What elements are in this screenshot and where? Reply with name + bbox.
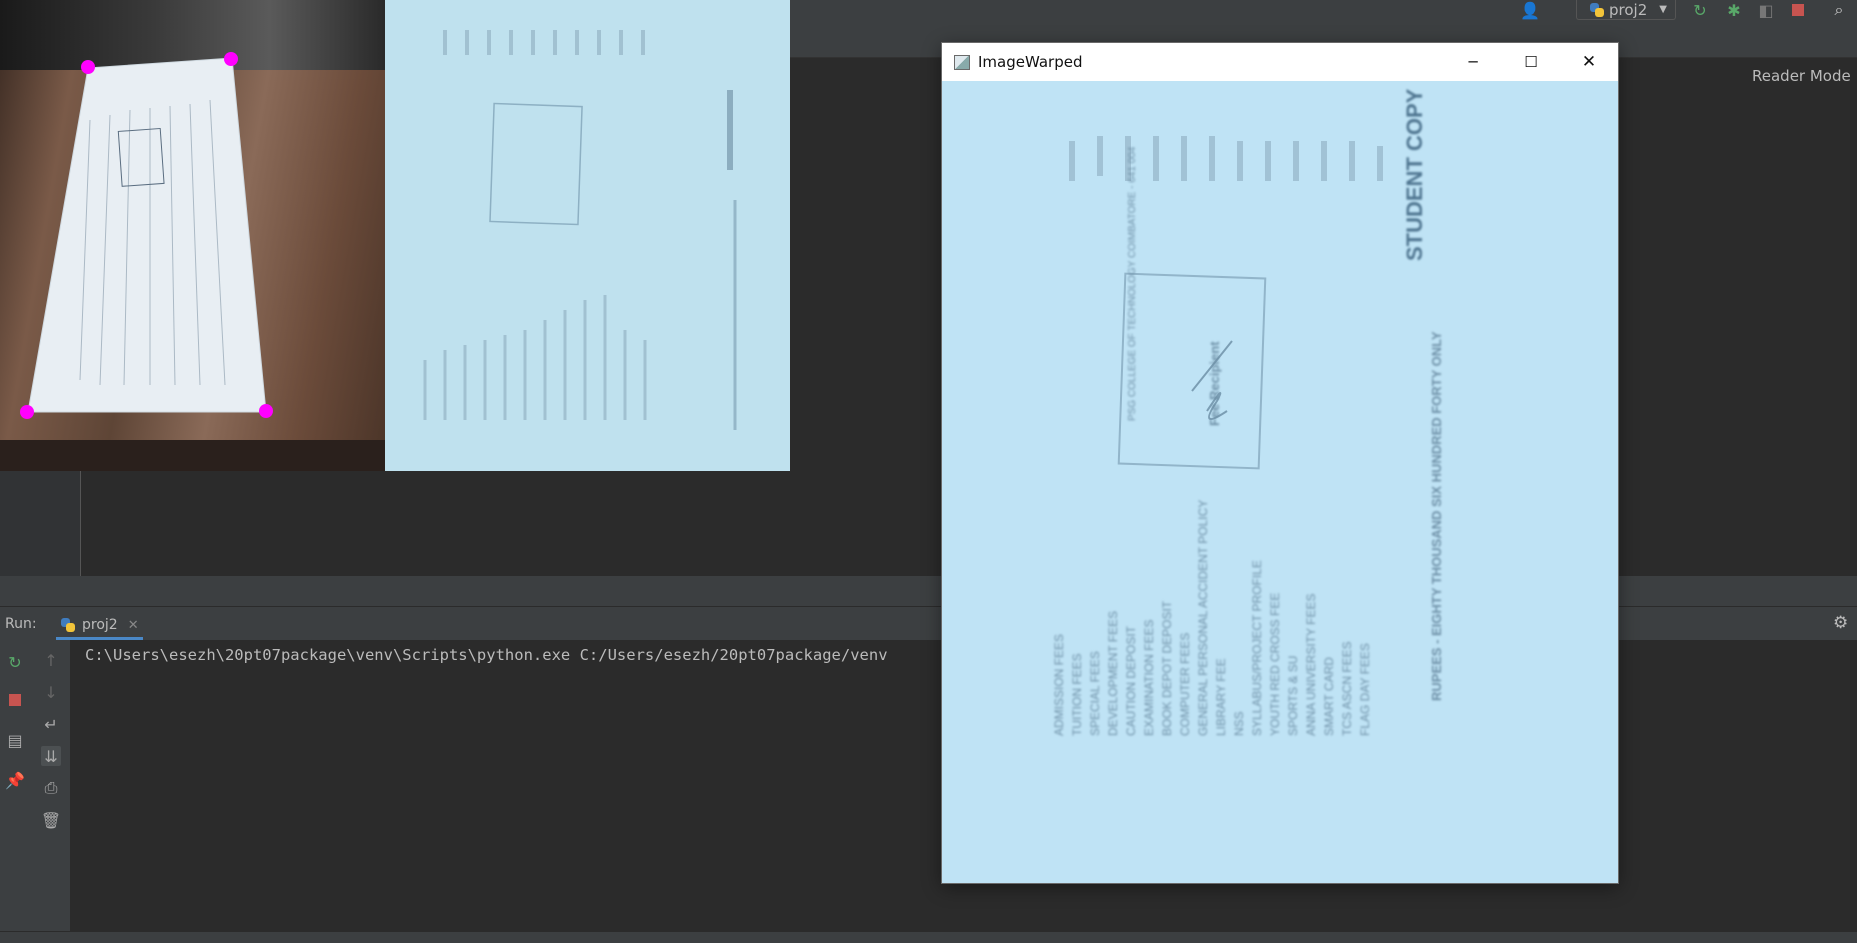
run-left-toolbar-secondary: ↑ ↓ ↵ ⇊ ⎙ 🗑 xyxy=(34,640,70,931)
fee-item: LIBRARY FEE xyxy=(1214,658,1228,736)
coverage-icon[interactable]: ◧ xyxy=(1756,0,1776,20)
down-arrow-icon[interactable]: ↓ xyxy=(41,682,61,702)
run-tab-proj2[interactable]: proj2 ✕ xyxy=(56,613,143,640)
close-button[interactable]: ✕ xyxy=(1560,43,1618,81)
trash-icon[interactable]: 🗑 xyxy=(41,810,61,830)
rerun-icon[interactable]: ↻ xyxy=(1690,0,1710,20)
run-configuration-combo[interactable]: proj2 ▼ xyxy=(1576,0,1676,20)
print-icon[interactable]: ⎙ xyxy=(41,778,61,798)
fee-item: SMART CARD xyxy=(1322,657,1336,736)
user-icon[interactable]: 👤 xyxy=(1520,0,1540,20)
fee-item: SYLLABUS/PROJECT PROFILE xyxy=(1250,560,1264,736)
rerun-icon[interactable]: ↻ xyxy=(5,652,25,672)
stamp-signature: Fee Recipient xyxy=(1207,341,1222,426)
fee-item: SPORTS & SU xyxy=(1286,655,1300,736)
fee-item: SPECIAL FEES xyxy=(1088,651,1102,736)
fee-item: COMPUTER FEES xyxy=(1178,632,1192,736)
fee-item: ADMISSION FEES xyxy=(1052,633,1066,736)
fee-item: GENERAL PERSONAL ACCIDENT POLICY xyxy=(1196,499,1210,736)
app-icon xyxy=(954,55,970,70)
console-command-line: C:\Users\esezh\20pt07package\venv\Script… xyxy=(85,646,888,664)
fee-item: DEVELOPMENT FEES xyxy=(1106,610,1120,736)
minimize-button[interactable]: ─ xyxy=(1444,43,1502,81)
close-icon[interactable]: ✕ xyxy=(128,618,139,633)
fee-item: FLAG DAY FEES xyxy=(1358,643,1372,736)
python-icon xyxy=(60,617,76,633)
warped-image-marks xyxy=(1069,136,1383,470)
soft-wrap-icon[interactable]: ↵ xyxy=(41,714,61,734)
corner-marker-bottom-left xyxy=(20,405,34,419)
warped-image: STUDENT COPY RUPEES - EIGHTY THOUSAND SI… xyxy=(942,81,1618,883)
chevron-down-icon: ▼ xyxy=(1659,4,1667,15)
window-title: ImageWarped xyxy=(978,53,1083,71)
warped-preview-content xyxy=(423,30,737,430)
run-tab-label: proj2 xyxy=(82,617,118,633)
document-outline xyxy=(20,52,273,419)
run-left-toolbar: ↻ ▤ 📌 xyxy=(0,640,35,931)
fee-item: NSS xyxy=(1232,711,1246,736)
corner-marker-top-left xyxy=(81,60,95,74)
document-heading: STUDENT COPY xyxy=(1402,88,1427,261)
document-amount-words: RUPEES - EIGHTY THOUSAND SIX HUNDRED FOR… xyxy=(1429,331,1444,701)
fee-item: ANNA UNIVERSITY FEES xyxy=(1304,593,1318,736)
maximize-button[interactable]: ☐ xyxy=(1502,43,1560,81)
fee-item: TCS ASCN FEES xyxy=(1340,641,1354,736)
up-arrow-icon[interactable]: ↑ xyxy=(41,650,61,670)
stamp-text: PSG COLLEGE OF TECHNOLOGY COIMBATORE - 6… xyxy=(1127,146,1138,421)
image-warped-window[interactable]: ImageWarped ─ ☐ ✕ STUDENT COPY RUPEES - … xyxy=(942,43,1618,883)
corner-marker-top-right xyxy=(224,52,238,66)
python-icon xyxy=(1589,2,1605,18)
fee-item: YOUTH RED CROSS FEE xyxy=(1268,592,1282,736)
warped-preview-image xyxy=(385,0,790,471)
layout-icon[interactable]: ▤ xyxy=(5,730,25,750)
gear-icon[interactable]: ⚙ xyxy=(1833,613,1848,633)
run-label: Run: xyxy=(5,616,37,632)
fee-item: CAUTION DEPOSIT xyxy=(1124,625,1138,736)
fee-item: BOOK DEPOT DEPOSIT xyxy=(1160,600,1174,736)
window-title-bar[interactable]: ImageWarped ─ ☐ ✕ xyxy=(942,43,1618,81)
reader-mode-toggle[interactable]: Reader Mode xyxy=(1752,67,1851,85)
pin-icon[interactable]: 📌 xyxy=(5,770,25,790)
fee-item: EXAMINATION FEES xyxy=(1142,619,1156,736)
run-configuration-label: proj2 xyxy=(1609,0,1648,19)
corner-marker-bottom-right xyxy=(259,404,273,418)
stop-icon[interactable] xyxy=(5,690,25,710)
fee-item: TUITION FEES xyxy=(1070,653,1084,736)
stop-icon[interactable] xyxy=(1788,0,1808,20)
scroll-to-end-icon[interactable]: ⇊ xyxy=(41,746,61,766)
search-icon[interactable]: ⌕ xyxy=(1829,0,1849,20)
debug-icon[interactable]: ✱ xyxy=(1724,0,1744,20)
camera-image-with-markers xyxy=(0,0,385,471)
status-bar xyxy=(0,931,1857,943)
